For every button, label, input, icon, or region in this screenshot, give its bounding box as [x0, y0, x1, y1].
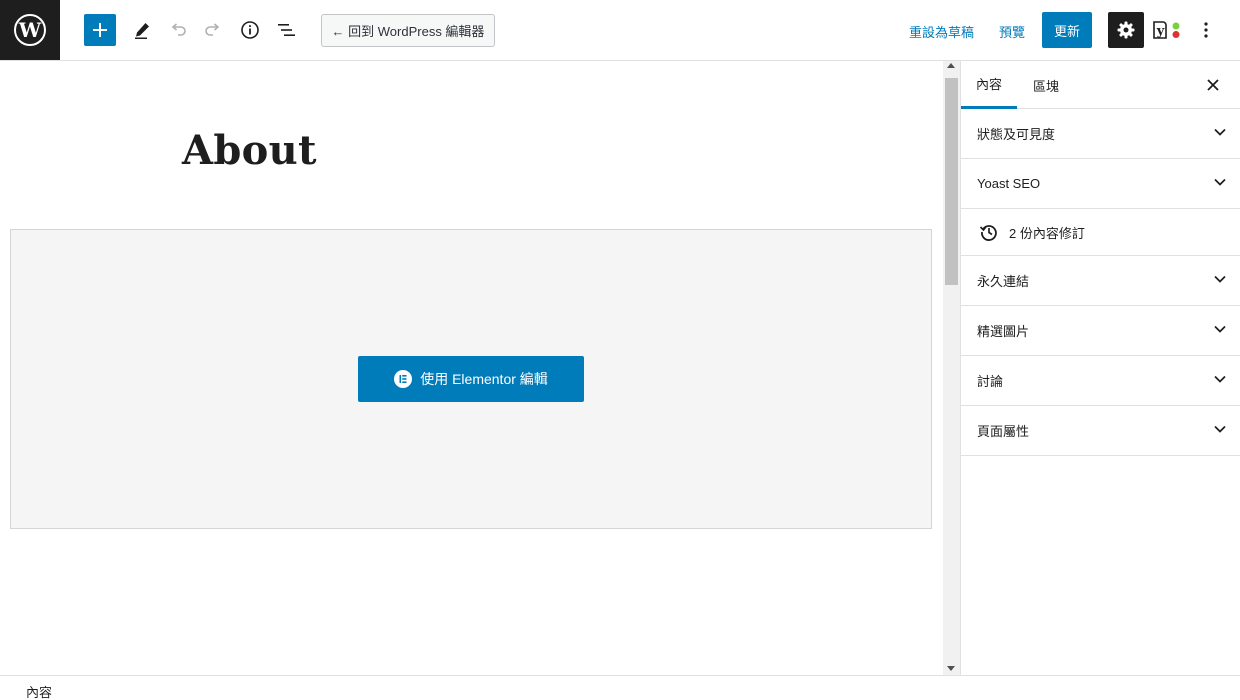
- edit-with-elementor-label: 使用 Elementor 編輯: [420, 371, 548, 387]
- yoast-icon: y: [1153, 21, 1180, 39]
- preview-button[interactable]: 預覽: [999, 22, 1025, 41]
- yoast-seo-button[interactable]: y: [1150, 14, 1186, 46]
- panel-page-attributes[interactable]: 頁面屬性: [961, 406, 1240, 456]
- panel-revisions[interactable]: 2 份內容修訂: [961, 209, 1240, 256]
- chevron-down-icon: [1214, 178, 1226, 186]
- chevron-down-icon: [1214, 325, 1226, 333]
- undo-icon: [171, 23, 186, 36]
- svg-text:W: W: [18, 18, 42, 42]
- details-button[interactable]: [234, 14, 266, 46]
- panel-label: 討論: [977, 374, 1004, 389]
- scroll-up-arrow-icon[interactable]: [947, 63, 955, 68]
- wordpress-icon: W: [14, 14, 46, 46]
- panel-permalink[interactable]: 永久連結: [961, 256, 1240, 306]
- panel-featured-image[interactable]: 精選圖片: [961, 306, 1240, 356]
- panel-yoast-seo[interactable]: Yoast SEO: [961, 159, 1240, 209]
- editor-footer: 內容: [0, 675, 1240, 700]
- post-title[interactable]: About: [182, 127, 317, 174]
- redo-icon: [205, 23, 220, 36]
- editor-scrollbar[interactable]: [943, 61, 960, 675]
- chevron-down-icon: [1214, 275, 1226, 283]
- elementor-icon: [394, 370, 413, 388]
- update-button[interactable]: 更新: [1042, 12, 1092, 48]
- pencil-icon: [135, 23, 149, 39]
- panel-discussion[interactable]: 討論: [961, 356, 1240, 406]
- history-icon: [979, 225, 997, 241]
- gear-icon: [1117, 21, 1135, 39]
- editor-header: W ← 回到 WordPress 編輯器 重設為草稿 預覽 更新 y: [0, 0, 1240, 61]
- list-view-button[interactable]: [270, 14, 302, 46]
- svg-text:y: y: [1156, 24, 1165, 39]
- back-to-wordpress-editor-button[interactable]: ← 回到 WordPress 編輯器: [321, 14, 495, 47]
- redo-button[interactable]: [197, 14, 229, 46]
- block-inserter-button[interactable]: [84, 14, 116, 46]
- close-sidebar-button[interactable]: [1206, 78, 1220, 92]
- undo-button[interactable]: [162, 14, 194, 46]
- more-options-button[interactable]: [1192, 14, 1220, 46]
- panel-label: 狀態及可見度: [977, 127, 1056, 142]
- vertical-ellipsis-icon: [1204, 22, 1208, 38]
- plus-icon: [93, 23, 107, 37]
- chevron-down-icon: [1214, 128, 1226, 136]
- panel-label: 永久連結: [977, 274, 1030, 289]
- edit-with-elementor-button[interactable]: 使用 Elementor 編輯: [358, 356, 584, 402]
- scroll-thumb[interactable]: [945, 78, 958, 285]
- tab-block[interactable]: 區塊: [1033, 61, 1059, 109]
- panel-label: 精選圖片: [977, 324, 1030, 339]
- info-icon: [241, 21, 259, 39]
- chevron-down-icon: [1214, 375, 1226, 383]
- panel-label: Yoast SEO: [977, 176, 1041, 191]
- tab-document[interactable]: 內容: [961, 61, 1017, 109]
- panel-label: 2 份內容修訂: [1009, 225, 1085, 241]
- elementor-placeholder: 使用 Elementor 編輯: [10, 229, 932, 529]
- panel-status-visibility[interactable]: 狀態及可見度: [961, 109, 1240, 159]
- settings-sidebar: 內容 區塊 狀態及可見度 Yoast SEO 2 份內容修訂 永久連結 精選圖片…: [960, 61, 1240, 675]
- scroll-down-arrow-icon[interactable]: [947, 666, 955, 671]
- breadcrumb[interactable]: 內容: [26, 682, 52, 700]
- sidebar-tabs: 內容 區塊: [961, 61, 1240, 109]
- editor-canvas: About 使用 Elementor 編輯: [0, 61, 943, 675]
- close-icon: [1207, 79, 1219, 91]
- list-view-icon: [278, 24, 295, 36]
- panel-label: 頁面屬性: [977, 424, 1030, 439]
- switch-to-draft-button[interactable]: 重設為草稿: [909, 22, 974, 41]
- chevron-down-icon: [1214, 425, 1226, 433]
- settings-button[interactable]: [1108, 12, 1144, 48]
- wordpress-logo-button[interactable]: W: [0, 0, 60, 60]
- edit-tools-button[interactable]: [126, 14, 158, 46]
